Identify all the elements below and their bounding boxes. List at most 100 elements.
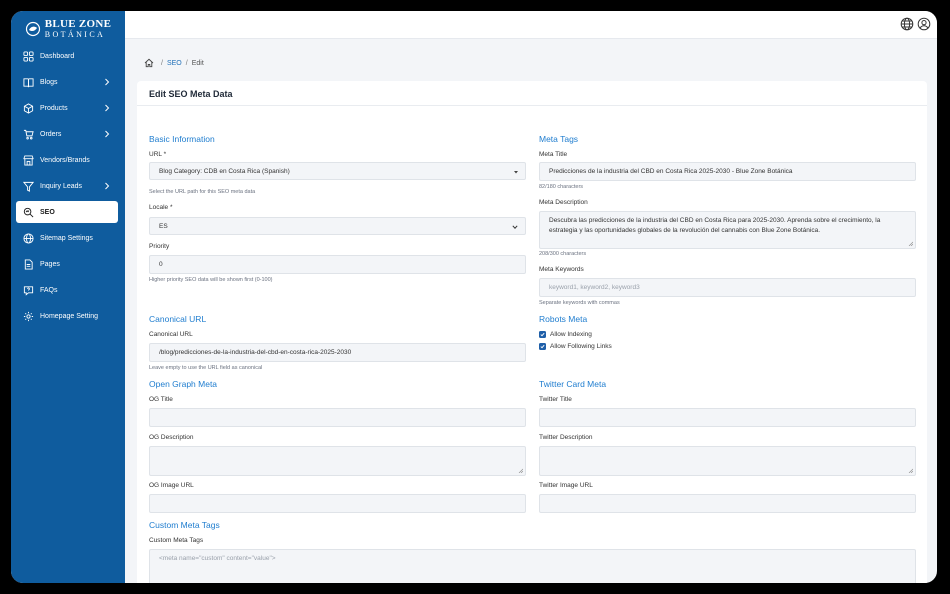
section-basic-information: Basic Information — [149, 134, 215, 144]
brand-name: BLUE ZONE — [44, 18, 112, 30]
brand-subname: BOTÁNICA — [44, 30, 106, 39]
sidebar-item-label: Products — [40, 104, 68, 112]
section-twitter-card-meta: Twitter Card Meta — [539, 379, 607, 389]
user-icon[interactable] — [917, 17, 931, 31]
question-icon — [23, 285, 34, 296]
twitter-description-textarea[interactable] — [539, 446, 916, 476]
seo-edit-card: Edit SEO Meta Data Basic Information URL… — [137, 81, 927, 583]
custom-meta-tags-textarea[interactable]: <meta name="custom" content="value"> — [149, 549, 916, 583]
check-icon — [540, 344, 545, 349]
meta-title-input[interactable]: Predicciones de la industria del CBD en … — [539, 162, 916, 181]
sidebar-item-seo[interactable]: SEO — [16, 201, 118, 223]
checkbox-checked — [539, 331, 546, 338]
brand-logo[interactable]: BLUE ZONE BOTÁNICA — [11, 15, 125, 43]
sidebar-item-label: Dashboard — [40, 52, 75, 60]
sidebar-item-vendors[interactable]: Vendors/Brands — [16, 149, 118, 171]
meta-description-char-count: 208/300 characters — [539, 251, 587, 257]
meta-keywords-help: Separate keywords with commas — [539, 300, 620, 306]
book-icon — [23, 77, 34, 87]
url-label: URL * — [149, 151, 167, 158]
twitter-title-input[interactable] — [539, 408, 916, 427]
sidebar-item-label: Orders — [40, 130, 62, 138]
sidebar-item-faqs[interactable]: FAQs — [16, 279, 118, 301]
allow-following-links-label: Allow Following Links — [550, 343, 612, 350]
settings-icon — [23, 311, 34, 321]
og-image-url-label: OG Image URL — [149, 482, 194, 489]
resize-handle-icon — [908, 241, 913, 246]
meta-keywords-input[interactable]: keyword1, keyword2, keyword3 — [539, 278, 916, 297]
section-meta-tags: Meta Tags — [539, 134, 579, 144]
meta-description-line: Descubra las predicciones de la industri… — [549, 217, 881, 224]
priority-label: Priority — [149, 243, 170, 250]
chevron-right-icon — [105, 104, 110, 112]
app-window: BLUE ZONE BOTÁNICA Dashboard Blogs Produ… — [11, 11, 937, 583]
resize-handle-icon — [518, 468, 523, 473]
meta-title-label: Meta Title — [539, 151, 568, 158]
sidebar-item-label: Blogs — [40, 78, 58, 86]
globe-icon[interactable] — [900, 17, 914, 31]
resize-handle-icon — [908, 468, 913, 473]
og-title-input[interactable] — [149, 408, 526, 427]
twitter-image-url-label: Twitter Image URL — [539, 482, 593, 489]
og-image-url-input[interactable] — [149, 494, 526, 513]
store-icon — [23, 154, 34, 166]
section-canonical-url: Canonical URL — [149, 314, 207, 324]
twitter-image-url-input[interactable] — [539, 494, 916, 513]
sidebar-nav: Dashboard Blogs Products Orders Vendors/… — [11, 45, 125, 327]
og-description-label: OG Description — [149, 434, 194, 441]
chevron-right-icon — [105, 130, 110, 138]
sidebar-item-inquiry-leads[interactable]: Inquiry Leads — [16, 175, 118, 197]
section-robots-meta: Robots Meta — [539, 314, 588, 324]
sidebar-item-label: SEO — [40, 208, 55, 216]
sidebar-item-label: FAQs — [40, 286, 58, 294]
breadcrumb-separator: / — [161, 59, 163, 67]
globe-icon — [23, 232, 34, 244]
sidebar-item-dashboard[interactable]: Dashboard — [16, 45, 118, 67]
sidebar-item-sitemap-settings[interactable]: Sitemap Settings — [16, 227, 118, 249]
meta-description-textarea[interactable]: Descubra las predicciones de la industri… — [539, 211, 916, 249]
allow-indexing-checkbox[interactable]: Allow Indexing — [539, 331, 592, 338]
twitter-title-label: Twitter Title — [539, 396, 572, 403]
canonical-url-help: Leave empty to use the URL field as cano… — [149, 365, 263, 371]
og-description-textarea[interactable] — [149, 446, 526, 476]
sidebar-item-orders[interactable]: Orders — [16, 123, 118, 145]
locale-select[interactable]: ES — [149, 217, 526, 235]
grid-icon — [23, 50, 34, 62]
custom-meta-tags-label: Custom Meta Tags — [149, 537, 204, 544]
home-icon[interactable] — [144, 58, 154, 68]
url-select-value: Blog Category: CDB en Costa Rica (Spanis… — [159, 168, 290, 175]
locale-label: Locale * — [149, 204, 173, 211]
sidebar-item-label: Inquiry Leads — [40, 182, 83, 190]
sidebar-item-homepage-setting[interactable]: Homepage Setting — [16, 305, 118, 327]
caret-down-icon — [514, 171, 518, 174]
og-title-label: OG Title — [149, 396, 173, 403]
sidebar-item-pages[interactable]: Pages — [16, 253, 118, 275]
locale-select-value: ES — [159, 223, 168, 230]
sidebar-item-label: Homepage Setting — [40, 312, 98, 320]
breadcrumb-current: Edit — [191, 59, 204, 67]
sidebar-item-label: Pages — [40, 260, 60, 268]
meta-title-char-count: 82/180 characters — [539, 184, 584, 190]
section-custom-meta-tags: Custom Meta Tags — [149, 520, 220, 530]
top-bar — [125, 11, 937, 39]
sidebar-item-blogs[interactable]: Blogs — [16, 71, 118, 93]
canonical-url-input[interactable]: /blog/predicciones-de-la-industria-del-c… — [149, 343, 526, 362]
seo-search-icon — [23, 207, 34, 217]
meta-keywords-label: Meta Keywords — [539, 266, 584, 273]
sidebar-item-products[interactable]: Products — [16, 97, 118, 119]
priority-input[interactable]: 0 — [149, 255, 526, 274]
allow-following-links-checkbox[interactable]: Allow Following Links — [539, 343, 612, 350]
canonical-url-label: Canonical URL — [149, 331, 193, 338]
section-open-graph-meta: Open Graph Meta — [149, 379, 218, 389]
sidebar-item-label: Vendors/Brands — [40, 156, 90, 164]
page-icon — [24, 258, 33, 270]
allow-indexing-label: Allow Indexing — [550, 331, 592, 338]
cart-icon — [23, 129, 34, 139]
breadcrumb-seo-link[interactable]: SEO — [167, 60, 182, 67]
chevron-right-icon — [105, 78, 110, 86]
box-icon — [23, 102, 34, 114]
priority-help: Higher priority SEO data will be shown f… — [149, 277, 273, 283]
url-select[interactable]: Blog Category: CDB en Costa Rica (Spanis… — [149, 162, 526, 180]
breadcrumb: / SEO / Edit — [144, 58, 204, 68]
meta-description-line: estrategia y las oportunidades globales … — [549, 226, 821, 234]
